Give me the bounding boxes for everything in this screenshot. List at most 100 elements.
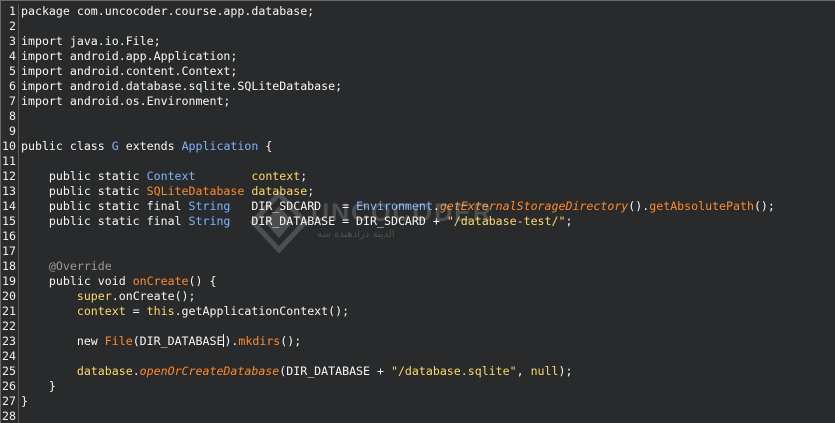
code-token: DIR_SDCARD = bbox=[230, 199, 357, 213]
code-token: public static bbox=[21, 169, 147, 183]
line-number: 12 bbox=[2, 169, 16, 183]
code-line[interactable]: public static Context context; bbox=[21, 169, 835, 184]
code-editor[interactable]: 1 2 3 4 5 6 7 8 9 10 11 12 13 14 15 16 17 18 19 20 21 22 23 24 2… bbox=[0, 0, 835, 423]
line-number: 23 bbox=[2, 334, 16, 348]
line-number: 20 bbox=[2, 289, 16, 303]
line-number: 21 bbox=[2, 304, 16, 318]
code-token: this bbox=[146, 304, 175, 318]
code-token: mkdirs bbox=[238, 334, 281, 348]
code-token: (DIR_DATABASE bbox=[132, 334, 224, 348]
line-number: 26 bbox=[2, 379, 16, 393]
code-token: () { bbox=[188, 274, 217, 288]
code-line[interactable]: } bbox=[21, 394, 835, 409]
code-token: SQLiteDatabase bbox=[146, 184, 245, 198]
code-token: } bbox=[21, 379, 56, 393]
code-token: } bbox=[21, 394, 28, 408]
code-token: @Override bbox=[21, 259, 112, 273]
line-number: 28 bbox=[2, 409, 16, 423]
code-token: null bbox=[530, 364, 559, 378]
line-number: 17 bbox=[2, 244, 16, 258]
code-line[interactable] bbox=[21, 229, 835, 244]
code-line[interactable]: public static final String DIR_SDCARD = … bbox=[21, 199, 835, 214]
code-token: public static final bbox=[21, 214, 189, 228]
code-token: public class bbox=[21, 139, 112, 153]
code-token: import android.content.Context; bbox=[21, 64, 238, 78]
code-token: getAbsolutePath bbox=[649, 199, 754, 213]
code-token: (). bbox=[628, 199, 650, 213]
line-number: 4 bbox=[9, 49, 16, 63]
code-line[interactable] bbox=[21, 109, 835, 124]
code-line[interactable] bbox=[21, 409, 835, 423]
code-line[interactable]: import android.database.sqlite.SQLiteDat… bbox=[21, 79, 835, 94]
code-area[interactable]: package com.uncocoder.course.app.databas… bbox=[21, 4, 835, 423]
line-number: 10 bbox=[2, 139, 16, 153]
code-token: String bbox=[188, 214, 231, 228]
code-token: getExternalStorageDirectory bbox=[439, 199, 629, 213]
line-number: 18 bbox=[2, 259, 16, 273]
code-token: "/database-test/" bbox=[446, 214, 566, 228]
code-line[interactable]: new File(DIR_DATABASE).mkdirs(); bbox=[21, 334, 835, 349]
code-line[interactable]: import android.os.Environment; bbox=[21, 94, 835, 109]
code-line[interactable]: database.openOrCreateDatabase(DIR_DATABA… bbox=[21, 364, 835, 379]
code-token: public void bbox=[21, 274, 133, 288]
code-line[interactable]: import android.content.Context; bbox=[21, 64, 835, 79]
line-number: 19 bbox=[2, 274, 16, 288]
code-token: super bbox=[21, 289, 112, 303]
code-token: , bbox=[516, 364, 531, 378]
code-line[interactable]: super.onCreate(); bbox=[21, 289, 835, 304]
code-line[interactable] bbox=[21, 19, 835, 34]
code-line[interactable] bbox=[21, 244, 835, 259]
code-token: ); bbox=[558, 364, 573, 378]
code-token: Environment bbox=[356, 199, 433, 213]
code-line[interactable]: public class G extends Application { bbox=[21, 139, 835, 154]
line-number: 27 bbox=[2, 394, 16, 408]
code-token: . bbox=[132, 364, 140, 378]
code-line[interactable] bbox=[21, 124, 835, 139]
line-number: 3 bbox=[9, 34, 16, 48]
code-line[interactable] bbox=[21, 319, 835, 334]
line-number: 24 bbox=[2, 349, 16, 363]
code-token: (); bbox=[753, 199, 775, 213]
code-line[interactable]: public void onCreate() { bbox=[21, 274, 835, 289]
code-line[interactable]: import android.app.Application; bbox=[21, 49, 835, 64]
code-token: context bbox=[251, 169, 301, 183]
code-token: import android.database.sqlite.SQLiteDat… bbox=[21, 79, 343, 93]
line-number: 1 bbox=[9, 4, 16, 18]
code-token: ; bbox=[307, 184, 315, 198]
code-token: = bbox=[125, 304, 147, 318]
code-token: import java.io.File; bbox=[21, 34, 161, 48]
line-number: 8 bbox=[9, 109, 16, 123]
code-token: ; bbox=[565, 214, 573, 228]
line-number: 2 bbox=[9, 19, 16, 33]
code-line[interactable]: public static SQLiteDatabase database; bbox=[21, 184, 835, 199]
code-token: G bbox=[111, 139, 119, 153]
code-token: context bbox=[21, 304, 126, 318]
code-token: .getApplicationContext(); bbox=[174, 304, 350, 318]
code-token: database bbox=[21, 364, 133, 378]
line-number: 13 bbox=[2, 184, 16, 198]
line-number: 9 bbox=[9, 124, 16, 138]
code-token: .onCreate(); bbox=[111, 289, 196, 303]
code-line[interactable]: @Override bbox=[21, 259, 835, 274]
code-token: DIR_DATABASE = DIR_SDCARD + bbox=[230, 214, 447, 228]
line-number: 6 bbox=[9, 79, 16, 93]
line-number: 25 bbox=[2, 364, 16, 378]
code-line[interactable]: package com.uncocoder.course.app.databas… bbox=[21, 4, 835, 19]
code-line[interactable]: } bbox=[21, 379, 835, 394]
code-token: String bbox=[188, 199, 231, 213]
code-line[interactable] bbox=[21, 154, 835, 169]
code-line[interactable]: import java.io.File; bbox=[21, 34, 835, 49]
code-line[interactable]: context = this.getApplicationContext(); bbox=[21, 304, 835, 319]
code-token: import android.app.Application; bbox=[21, 49, 238, 63]
code-token: onCreate bbox=[132, 274, 189, 288]
line-number: 5 bbox=[9, 64, 16, 78]
line-number: 22 bbox=[2, 319, 16, 333]
line-number: 11 bbox=[2, 154, 16, 168]
line-number: 16 bbox=[2, 229, 16, 243]
code-line[interactable]: public static final String DIR_DATABASE … bbox=[21, 214, 835, 229]
code-token: File bbox=[104, 334, 133, 348]
code-token: Application bbox=[181, 139, 259, 153]
code-line[interactable] bbox=[21, 349, 835, 364]
code-token: . bbox=[432, 199, 440, 213]
